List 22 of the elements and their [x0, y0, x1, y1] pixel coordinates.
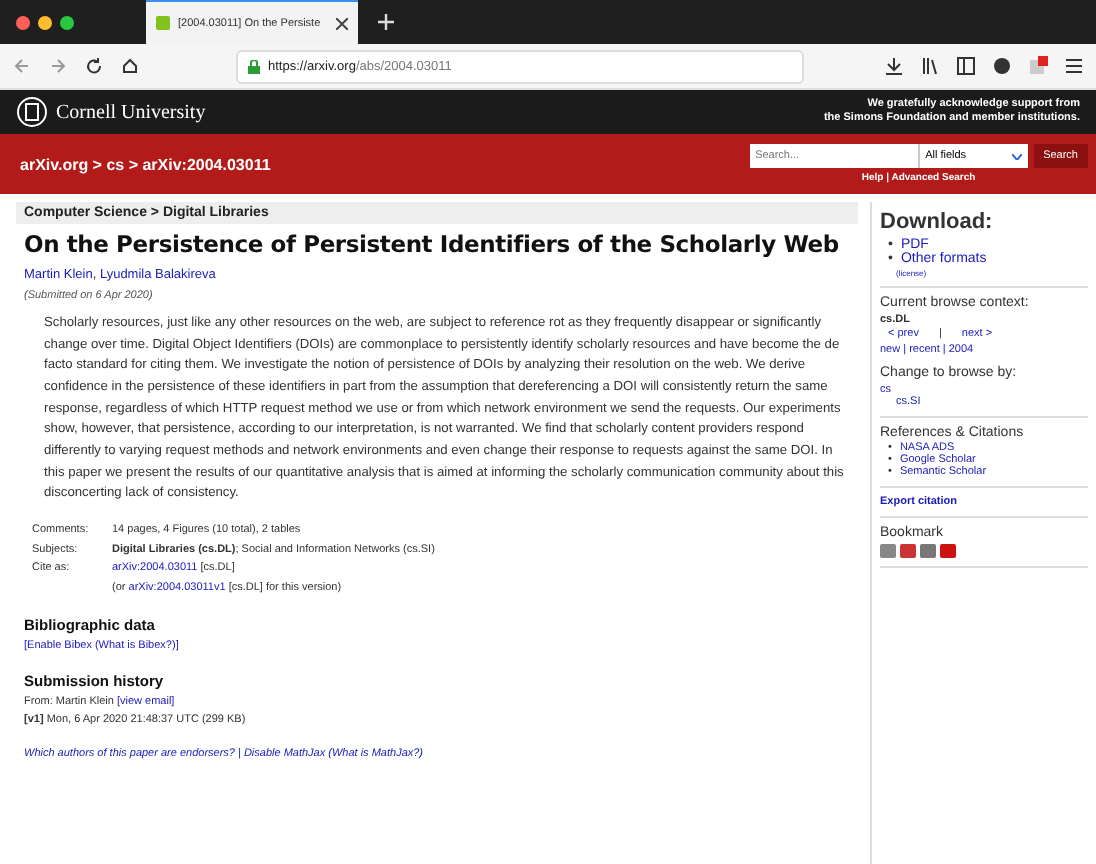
- university-name: Cornell University: [56, 101, 208, 123]
- paper-title: On the Persistence of Persistent Identifiers of the Scholarly Web: [24, 230, 841, 258]
- download-icon[interactable]: [884, 56, 904, 76]
- close-dot[interactable]: [16, 15, 30, 29]
- home-icon[interactable]: [120, 56, 140, 76]
- zoom-dot[interactable]: [60, 15, 74, 29]
- extension-icon[interactable]: [992, 56, 1012, 76]
- lock-icon: [248, 59, 260, 73]
- sidebar-icon[interactable]: [956, 56, 976, 76]
- breadcrumb: arXiv.org > cs > arXiv:2004.03011: [20, 155, 271, 173]
- menu-icon[interactable]: [1064, 56, 1084, 76]
- download-heading: Download:: [880, 210, 995, 234]
- favicon-icon: [156, 16, 170, 30]
- forward-icon[interactable]: [48, 56, 68, 76]
- back-icon[interactable]: [12, 56, 32, 76]
- chevron-icon: [1011, 153, 1022, 159]
- minimize-dot[interactable]: [38, 15, 52, 29]
- library-icon[interactable]: [920, 56, 940, 76]
- new-tab-icon[interactable]: [378, 14, 394, 30]
- university-seal-icon: [16, 96, 48, 128]
- reload-icon[interactable]: [84, 56, 104, 76]
- close-icon[interactable]: [336, 17, 348, 29]
